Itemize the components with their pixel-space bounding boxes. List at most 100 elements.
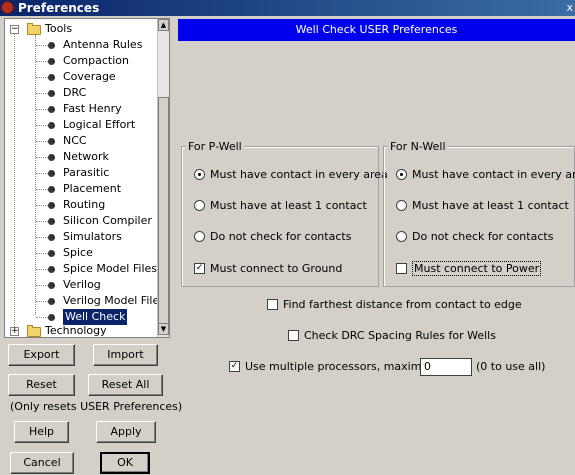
checkbox-icon[interactable] (396, 262, 407, 274)
nwell-group: For N-Well Must have contact in every ar… (383, 140, 575, 287)
node-bullet-icon (48, 74, 55, 81)
scroll-thumb[interactable] (158, 97, 169, 332)
max-processors-input[interactable]: 0 (420, 358, 472, 376)
tree-item-label: Simulators (63, 230, 122, 243)
pwell-opt-every-label: Must have contact in every area (210, 168, 388, 181)
pwell-opt-one-label: Must have at least 1 contact (210, 199, 367, 212)
max-hint: (0 to use all) (476, 360, 546, 373)
drc-spacing-label: Check DRC Spacing Rules for Wells (304, 329, 496, 342)
tree-label-tools: Tools (45, 22, 73, 35)
tree-item-label: NCC (63, 134, 87, 147)
node-bullet-icon (48, 58, 55, 65)
tree-item-label: Verilog Model Files (63, 294, 165, 307)
cancel-button[interactable]: Cancel (10, 452, 74, 474)
expand-icon[interactable]: + (10, 327, 19, 336)
close-icon[interactable]: x (566, 0, 573, 16)
tree-item-label: Spice Model Files (63, 262, 157, 275)
apply-button[interactable]: Apply (96, 421, 156, 443)
scroll-down-icon[interactable]: ▼ (158, 323, 169, 335)
pwell-connect-ground-checkbox[interactable]: ✓ Must connect to Ground (194, 262, 342, 276)
nwell-opt-one-label: Must have at least 1 contact (412, 199, 569, 212)
tree-item-label: Silicon Compiler (63, 214, 152, 227)
node-bullet-icon (48, 218, 55, 225)
import-button[interactable]: Import (93, 344, 158, 366)
tree-item-label: Placement (63, 182, 122, 195)
reset-note: (Only resets USER Preferences) (10, 400, 183, 413)
radio-icon[interactable] (396, 199, 407, 211)
scroll-up-icon[interactable]: ▲ (158, 19, 169, 31)
folder-icon (27, 325, 41, 337)
pwell-radio-one[interactable]: Must have at least 1 contact (194, 199, 367, 213)
node-bullet-icon (48, 202, 55, 209)
pwell-radio-every[interactable]: Must have contact in every area (194, 168, 388, 182)
pwell-connect-label: Must connect to Ground (210, 262, 343, 275)
checkbox-checked-icon[interactable]: ✓ (194, 262, 205, 274)
title-bar: Preferences x (0, 0, 575, 16)
node-bullet-icon (48, 170, 55, 177)
pwell-radio-none[interactable]: Do not check for contacts (194, 230, 351, 244)
farthest-distance-checkbox[interactable]: Find farthest distance from contact to e… (267, 298, 522, 312)
drc-spacing-checkbox[interactable]: Check DRC Spacing Rules for Wells (288, 329, 496, 343)
radio-icon[interactable] (194, 199, 205, 211)
preferences-tree[interactable]: − Tools Antenna Rules Compaction Coverage D… (4, 18, 170, 338)
tree-item-label: Antenna Rules (63, 38, 143, 51)
node-bullet-icon (48, 122, 55, 129)
tree-item-label: Parasitic (63, 166, 110, 179)
multi-processor-checkbox[interactable]: ✓ Use multiple processors, maximum: (229, 360, 443, 374)
nwell-radio-one[interactable]: Must have at least 1 contact (396, 199, 569, 213)
node-bullet-icon (48, 42, 55, 49)
pwell-group: For P-Well Must have contact in every ar… (181, 140, 388, 287)
node-bullet-icon (48, 154, 55, 161)
export-button[interactable]: Export (8, 344, 75, 366)
nwell-opt-none-label: Do not check for contacts (412, 230, 554, 243)
tree-item-label: Verilog (63, 278, 101, 291)
node-bullet-icon (48, 234, 55, 241)
node-bullet-icon (48, 90, 55, 97)
tree-scrollbar[interactable]: ▲ ▼ (157, 19, 169, 337)
pwell-opt-none-label: Do not check for contacts (210, 230, 352, 243)
tree-item-label: Spice (63, 246, 93, 259)
node-bullet-icon (48, 314, 55, 321)
nwell-connect-label: Must connect to Power (412, 261, 542, 276)
nwell-legend: For N-Well (388, 140, 448, 153)
folder-icon (27, 23, 41, 35)
tree-label-technology: Technology (45, 324, 107, 337)
checkbox-icon[interactable] (267, 298, 278, 310)
checkbox-checked-icon[interactable]: ✓ (229, 360, 240, 372)
node-bullet-icon (48, 106, 55, 113)
tree-item-label: Logical Effort (63, 118, 136, 131)
nwell-connect-power-checkbox[interactable]: Must connect to Power (396, 261, 542, 276)
node-bullet-icon (48, 298, 55, 305)
nwell-radio-every[interactable]: Must have contact in every area (396, 168, 575, 182)
tree-guide-line (14, 33, 15, 331)
ok-button[interactable]: OK (100, 452, 150, 474)
tree-item-label: Coverage (63, 70, 116, 83)
node-bullet-icon (48, 186, 55, 193)
multi-processor-label: Use multiple processors, maximum: (245, 360, 443, 373)
tree-item-label: Routing (63, 198, 106, 211)
collapse-icon[interactable]: − (10, 25, 19, 34)
tree-item-label: Compaction (63, 54, 129, 67)
help-button[interactable]: Help (14, 421, 69, 443)
checkbox-icon[interactable] (288, 329, 299, 341)
node-bullet-icon (48, 138, 55, 145)
pwell-legend: For P-Well (186, 140, 244, 153)
nwell-radio-none[interactable]: Do not check for contacts (396, 230, 553, 244)
reset-all-button[interactable]: Reset All (88, 374, 163, 396)
tree-item-label: Network (63, 150, 109, 163)
tree-item-label: Fast Henry (63, 102, 122, 115)
radio-icon[interactable] (194, 230, 205, 242)
node-bullet-icon (48, 250, 55, 257)
radio-selected-icon[interactable] (396, 168, 407, 180)
nwell-opt-every-label: Must have contact in every area (412, 168, 575, 181)
node-bullet-icon (48, 266, 55, 273)
tree-item-label: DRC (63, 86, 87, 99)
radio-icon[interactable] (396, 230, 407, 242)
reset-button[interactable]: Reset (8, 374, 75, 396)
radio-selected-icon[interactable] (194, 168, 205, 180)
node-bullet-icon (48, 282, 55, 289)
farthest-label: Find farthest distance from contact to e… (283, 298, 522, 311)
window-title: Preferences (18, 1, 100, 15)
app-icon (1, 1, 14, 14)
panel-title: Well Check USER Preferences (178, 19, 575, 41)
